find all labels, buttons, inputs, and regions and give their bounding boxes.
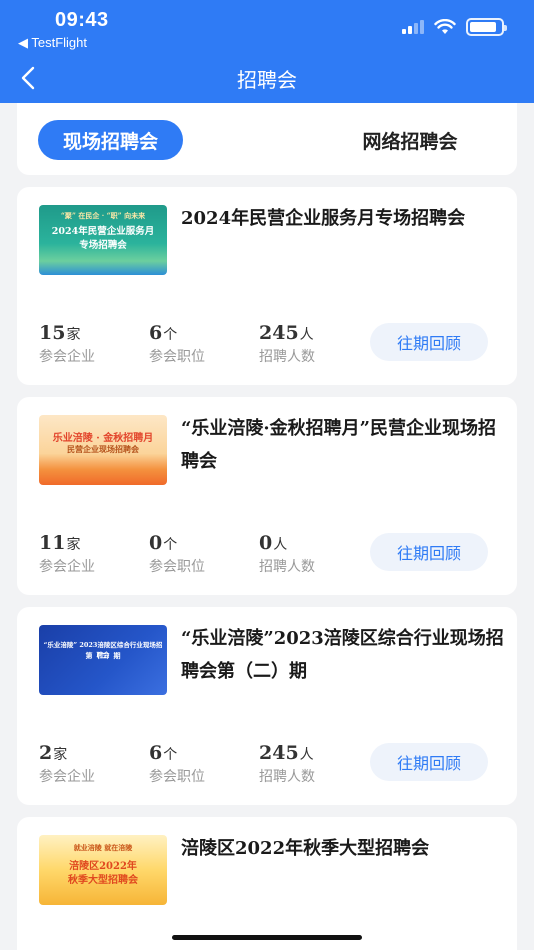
tab-online-fairs[interactable]: 网络招聘会 <box>330 120 490 160</box>
stat-unit: 家 <box>66 327 81 343</box>
stat-label: 参会企业 <box>39 769 95 785</box>
stat-unit: 个 <box>163 537 178 553</box>
stat-companies: 11家 参会企业 <box>39 532 95 576</box>
fair-title[interactable]: “乐业涪陵”2023涪陵区综合行业现场招聘会第（二）期 <box>181 622 513 688</box>
testflight-back-link[interactable]: ◀ TestFlight <box>18 35 87 51</box>
fair-title[interactable]: 涪陵区2022年秋季大型招聘会 <box>181 832 513 865</box>
poster-line: 2024年民营企业服务月 <box>51 226 155 237</box>
stat-positions: 6个 参会职位 <box>149 742 205 786</box>
poster-line: 就业涪陵 就在涪陵 <box>73 843 133 852</box>
stat-unit: 家 <box>53 747 68 763</box>
past-review-button[interactable]: 往期回顾 <box>370 323 488 361</box>
poster-line: 涪陵区2022年 <box>69 861 137 872</box>
stat-value: 6 <box>149 322 163 344</box>
fair-poster-image: 就业涪陵 就在涪陵 涪陵区2022年 秋季大型招聘会 <box>39 835 167 905</box>
stat-companies: 15家 参会企业 <box>39 322 95 366</box>
fair-title[interactable]: “乐业涪陵·金秋招聘月”民营企业现场招聘会 <box>181 412 513 478</box>
stat-hires: 245人 招聘人数 <box>259 742 315 786</box>
stat-unit: 人 <box>299 327 314 343</box>
tab-onsite-fairs[interactable]: 现场招聘会 <box>38 120 183 160</box>
poster-line: 专场招聘会 <box>79 240 127 251</box>
poster-line: “聚” 在民企 · “职” 向未来 <box>60 211 146 220</box>
poster-line: 第（二）期 <box>85 651 121 660</box>
stat-positions: 0个 参会职位 <box>149 532 205 576</box>
stat-value: 2 <box>39 742 53 764</box>
stat-label: 参会企业 <box>39 559 95 575</box>
stat-hires: 0人 招聘人数 <box>259 532 315 576</box>
poster-line: 民营企业现场招聘会 <box>67 444 139 454</box>
stat-label: 参会职位 <box>149 349 205 365</box>
job-fair-card[interactable]: “乐业涪陵” 2023涪陵区综合行业现场招聘会 第（二）期 “乐业涪陵”2023… <box>17 607 517 805</box>
stat-unit: 人 <box>273 537 288 553</box>
stat-label: 参会企业 <box>39 349 95 365</box>
past-review-button[interactable]: 往期回顾 <box>370 743 488 781</box>
fair-poster-image: 乐业涪陵 · 金秋招聘月 民营企业现场招聘会 <box>39 415 167 485</box>
stat-unit: 家 <box>66 537 81 553</box>
app-header: 09:43 ◀ TestFlight 招聘会 <box>0 0 534 103</box>
stat-companies: 2家 参会企业 <box>39 742 95 786</box>
stat-value: 0 <box>259 532 273 554</box>
job-fair-card[interactable]: 就业涪陵 就在涪陵 涪陵区2022年 秋季大型招聘会 涪陵区2022年秋季大型招… <box>17 817 517 950</box>
job-fair-card[interactable]: “聚” 在民企 · “职” 向未来 2024年民营企业服务月 专场招聘会 202… <box>17 187 517 385</box>
poster-line: 乐业涪陵 · 金秋招聘月 <box>52 433 154 444</box>
job-fair-card[interactable]: 乐业涪陵 · 金秋招聘月 民营企业现场招聘会 “乐业涪陵·金秋招聘月”民营企业现… <box>17 397 517 595</box>
stat-label: 招聘人数 <box>259 559 315 575</box>
stat-value: 6 <box>149 742 163 764</box>
stat-value: 245 <box>259 742 299 764</box>
stat-unit: 个 <box>163 327 178 343</box>
status-time: 09:43 <box>55 9 109 31</box>
stat-positions: 6个 参会职位 <box>149 322 205 366</box>
cellular-signal-icon <box>402 20 424 34</box>
wifi-icon <box>434 19 456 34</box>
stat-value: 0 <box>149 532 163 554</box>
stat-unit: 个 <box>163 747 178 763</box>
past-review-button[interactable]: 往期回顾 <box>370 533 488 571</box>
stat-value: 245 <box>259 322 299 344</box>
stat-label: 招聘人数 <box>259 769 315 785</box>
stat-label: 参会职位 <box>149 769 205 785</box>
stat-label: 参会职位 <box>149 559 205 575</box>
page-title: 招聘会 <box>237 68 297 92</box>
poster-line: 秋季大型招聘会 <box>68 875 138 886</box>
home-indicator[interactable] <box>172 935 362 940</box>
fair-poster-image: “乐业涪陵” 2023涪陵区综合行业现场招聘会 第（二）期 <box>39 625 167 695</box>
stat-hires: 245人 招聘人数 <box>259 322 315 366</box>
stat-label: 招聘人数 <box>259 349 315 365</box>
fair-poster-image: “聚” 在民企 · “职” 向未来 2024年民营企业服务月 专场招聘会 <box>39 205 167 275</box>
status-icons <box>402 18 507 36</box>
stat-value: 11 <box>39 532 66 554</box>
stat-value: 15 <box>39 322 66 344</box>
fair-title[interactable]: 2024年民营企业服务月专场招聘会 <box>181 202 513 235</box>
tab-bar: 现场招聘会 网络招聘会 <box>17 103 517 175</box>
battery-icon <box>466 18 507 36</box>
stat-unit: 人 <box>299 747 314 763</box>
